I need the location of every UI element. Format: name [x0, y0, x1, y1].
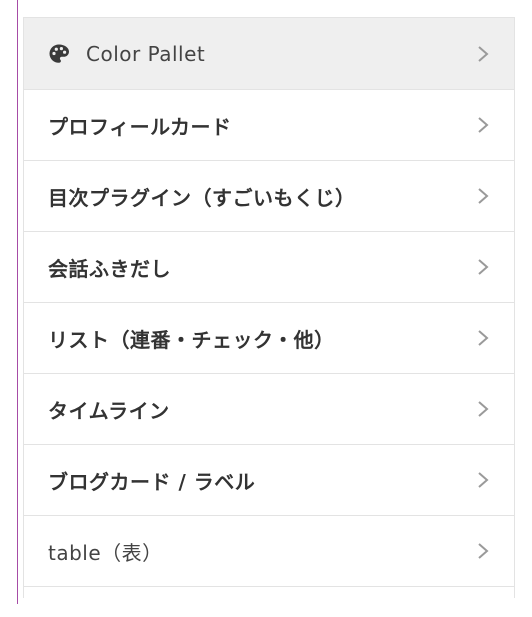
chevron-right-icon: [476, 44, 490, 64]
menu-item-label: 目次プラグイン（すごいもくじ）: [48, 185, 356, 210]
menu-item-label: table（表）: [48, 540, 163, 565]
menu-item-profile-card[interactable]: プロフィールカード: [24, 89, 514, 160]
chevron-right-icon: [476, 399, 490, 419]
menu-item-list[interactable]: リスト（連番・チェック・他）: [24, 302, 514, 373]
left-border-line: [17, 0, 18, 604]
menu-item-table[interactable]: table（表）: [24, 515, 514, 586]
menu-item-partial: [24, 586, 514, 598]
menu-item-timeline[interactable]: タイムライン: [24, 373, 514, 444]
chevron-right-icon: [476, 186, 490, 206]
chevron-right-icon: [476, 115, 490, 135]
category-menu: Color Pallet プロフィールカード 目次プラグイン（すごいもくじ） 会…: [23, 17, 515, 598]
menu-item-toc-plugin[interactable]: 目次プラグイン（すごいもくじ）: [24, 160, 514, 231]
menu-item-label: タイムライン: [48, 398, 170, 423]
chevron-right-icon: [476, 470, 490, 490]
menu-item-speech-bubble[interactable]: 会話ふきだし: [24, 231, 514, 302]
menu-item-color-pallet[interactable]: Color Pallet: [24, 17, 514, 89]
chevron-right-icon: [476, 257, 490, 277]
chevron-right-icon: [476, 541, 490, 561]
menu-item-blog-card[interactable]: ブログカード / ラベル: [24, 444, 514, 515]
menu-item-label: 会話ふきだし: [48, 256, 171, 281]
palette-icon: [48, 43, 70, 65]
menu-item-label: Color Pallet: [86, 41, 206, 66]
menu-item-label: リスト（連番・チェック・他）: [48, 327, 335, 352]
chevron-right-icon: [476, 328, 490, 348]
menu-item-label: ブログカード / ラベル: [48, 469, 256, 494]
menu-item-label: プロフィールカード: [48, 114, 232, 139]
